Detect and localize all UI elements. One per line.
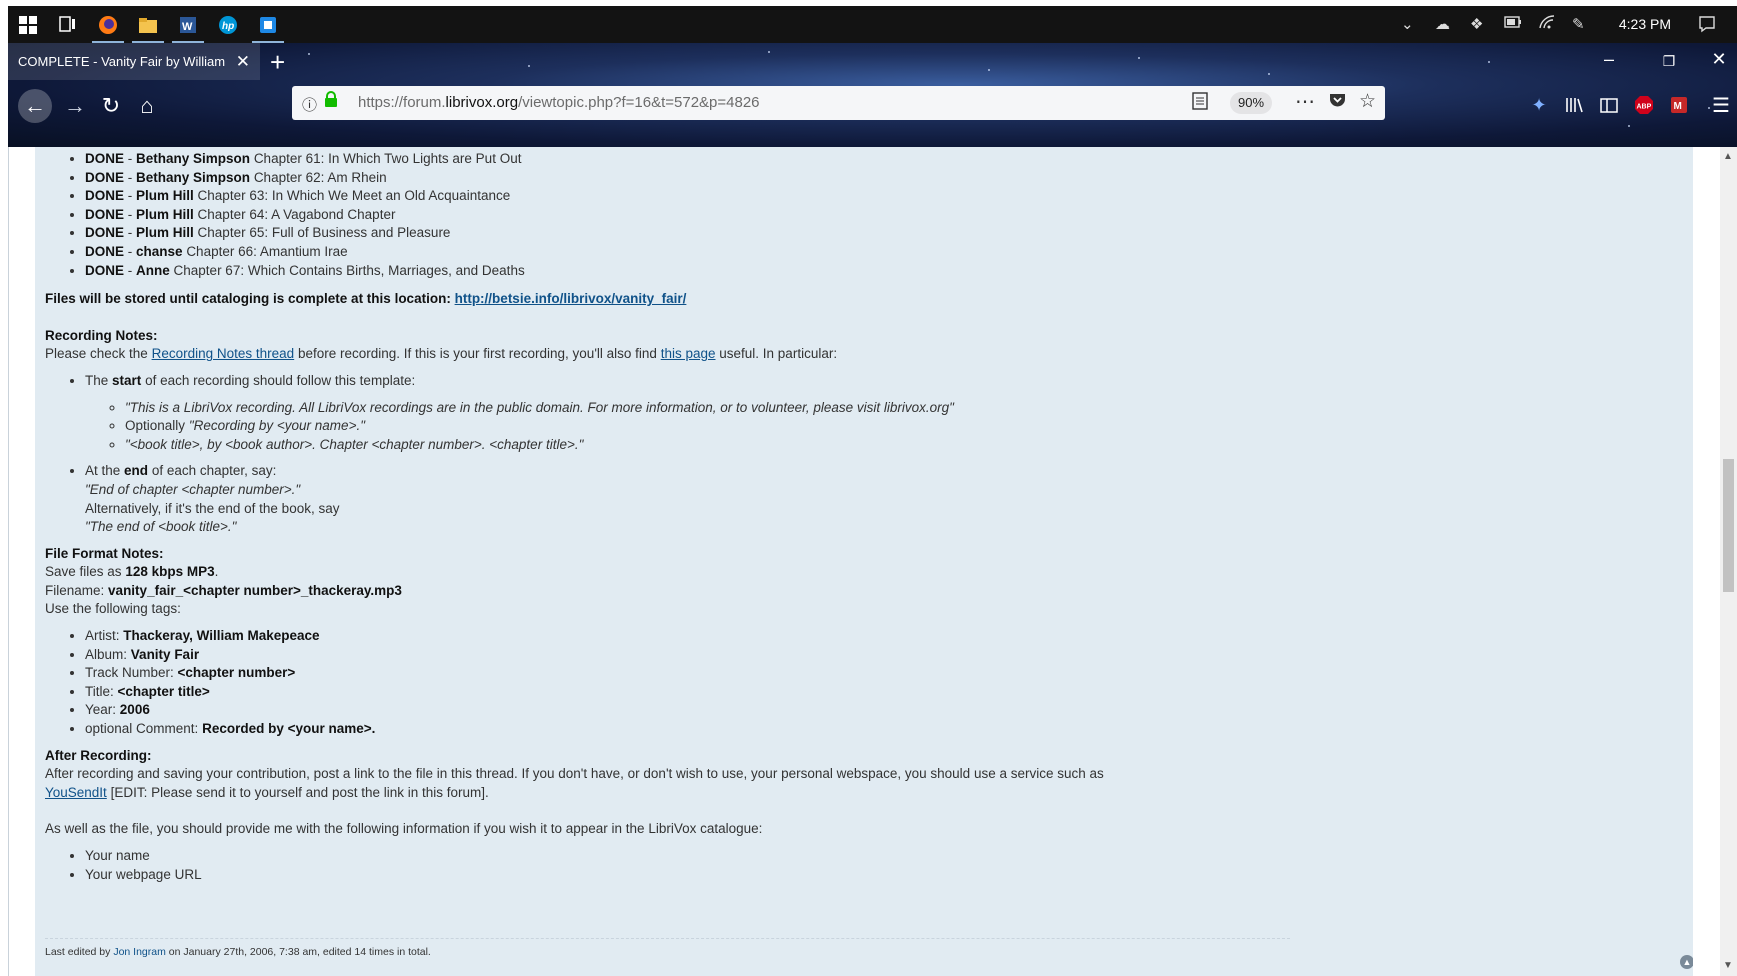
post-footer-divider <box>45 938 1290 939</box>
svg-text:W: W <box>182 21 193 33</box>
files-location-link[interactable]: http://betsie.info/librivox/vanity_fair/ <box>455 291 687 306</box>
page-actions-icon[interactable]: ⋯ <box>1295 89 1315 114</box>
sidebar-icon[interactable] <box>1596 92 1622 118</box>
hp-icon[interactable]: hp <box>208 6 248 43</box>
extension-m-icon[interactable]: M <box>1666 92 1692 118</box>
taskbar-clock[interactable]: 4:23 PM <box>1619 16 1671 32</box>
template-line: "This is a LibriVox recording. All Libri… <box>125 399 1545 418</box>
forward-button[interactable]: → <box>58 89 92 123</box>
catalog-info-list: Your name Your webpage URL <box>45 847 1545 884</box>
tags-list: Artist: Thackeray, William Makepeace Alb… <box>45 627 1545 739</box>
save-format-line: Save files as 128 kbps MP3. <box>45 564 219 580</box>
list-item: DONE - Plum Hill Chapter 64: A Vagabond … <box>85 206 1545 225</box>
scroll-thumb[interactable] <box>1723 459 1734 592</box>
bookmark-star-icon[interactable]: ☆ <box>1359 90 1376 113</box>
reload-button[interactable]: ↻ <box>94 89 128 123</box>
catalog-info-text: As well as the file, you should provide … <box>45 821 763 837</box>
battery-icon[interactable] <box>1504 15 1522 32</box>
task-view-icon[interactable] <box>48 6 88 43</box>
info-icon[interactable]: ⓘ <box>302 94 317 115</box>
url-text[interactable]: https://forum.librivox.org/viewtopic.php… <box>358 94 760 111</box>
recording-notes-heading: Recording Notes: <box>45 327 158 343</box>
list-item: Artist: Thackeray, William Makepeace <box>85 627 1545 646</box>
word-icon[interactable]: W <box>168 6 208 43</box>
list-item: Album: Vanity Fair <box>85 646 1545 665</box>
menu-icon[interactable]: ☰ <box>1708 92 1734 118</box>
back-to-top-icon[interactable]: ▲ <box>1680 955 1693 969</box>
recording-notes-thread-link[interactable]: Recording Notes thread <box>152 346 295 361</box>
reader-view-icon[interactable] <box>1192 92 1208 115</box>
this-page-link[interactable]: this page <box>661 346 716 361</box>
template-line: "<book title>, by <book author>. Chapter… <box>125 436 1545 455</box>
forum-post: DONE - Bethany Simpson Chapter 61: In Wh… <box>35 147 1693 976</box>
file-explorer-icon[interactable] <box>128 6 168 43</box>
address-bar[interactable]: ⓘ https://forum.librivox.org/viewtopic.p… <box>292 86 1385 120</box>
scroll-up-icon[interactable]: ▲ <box>1723 151 1733 162</box>
windows-start-icon[interactable] <box>8 6 48 43</box>
minimize-icon[interactable]: – <box>1594 49 1624 70</box>
list-item: At the end of each chapter, say: "End of… <box>85 462 1545 536</box>
pen-icon[interactable]: ✎ <box>1572 15 1585 33</box>
files-location: Files will be stored until cataloging is… <box>45 291 687 307</box>
windows-taskbar: W hp ⌄ ☁ ❖ ✎ 4:23 PM <box>8 6 1737 43</box>
library-icon[interactable] <box>1561 92 1587 118</box>
pocket-icon[interactable] <box>1329 92 1346 113</box>
recording-instructions-list: The start of each recording should follo… <box>45 372 1545 537</box>
yousendit-link[interactable]: YouSendIt <box>45 785 107 800</box>
app-icon[interactable] <box>248 6 288 43</box>
list-item: DONE - Plum Hill Chapter 65: Full of Bus… <box>85 224 1545 243</box>
chevron-up-icon[interactable]: ⌄ <box>1401 15 1414 33</box>
list-item: Track Number: <chapter number> <box>85 664 1545 683</box>
close-window-icon[interactable]: ✕ <box>1704 49 1734 70</box>
firefox-icon[interactable] <box>88 6 128 43</box>
adblock-plus-icon[interactable]: ABP <box>1631 92 1657 118</box>
list-item: Your name <box>85 847 1545 866</box>
filename-line: Filename: vanity_fair_<chapter number>_t… <box>45 582 402 598</box>
last-edited-note: Last edited by Jon Ingram on January 27t… <box>45 946 431 958</box>
list-item: The start of each recording should follo… <box>85 372 1545 454</box>
svg-text:hp: hp <box>222 21 234 32</box>
after-recording-text: After recording and saving your contribu… <box>45 766 1104 800</box>
tab-title: COMPLETE - Vanity Fair by William <box>18 54 226 69</box>
svg-text:ABP: ABP <box>1637 104 1652 111</box>
list-item: Title: <chapter title> <box>85 683 1545 702</box>
done-chapter-list: DONE - Bethany Simpson Chapter 61: In Wh… <box>45 150 1545 280</box>
file-format-heading: File Format Notes: <box>45 545 164 561</box>
editor-user-link[interactable]: Jon Ingram <box>113 946 166 958</box>
post-content: DONE - Bethany Simpson Chapter 61: In Wh… <box>45 147 1545 884</box>
wifi-icon[interactable] <box>1539 15 1555 33</box>
onedrive-icon[interactable]: ☁ <box>1435 15 1450 33</box>
svg-text:M: M <box>1674 101 1682 112</box>
dropbox-icon[interactable]: ❖ <box>1470 15 1483 33</box>
close-tab-icon[interactable]: ✕ <box>236 52 250 72</box>
home-button[interactable]: ⌂ <box>130 89 164 123</box>
new-tab-button[interactable]: + <box>270 47 285 78</box>
tags-intro: Use the following tags: <box>45 601 181 617</box>
list-item: DONE - chanse Chapter 66: Amantium Irae <box>85 243 1545 262</box>
tab-vanity-fair[interactable]: COMPLETE - Vanity Fair by William ✕ <box>8 43 260 80</box>
after-recording-heading: After Recording: <box>45 747 152 763</box>
back-button[interactable]: ← <box>18 89 52 123</box>
page-viewport: DONE - Bethany Simpson Chapter 61: In Wh… <box>8 147 1737 976</box>
notifications-icon[interactable] <box>1698 15 1716 37</box>
list-item: DONE - Bethany Simpson Chapter 62: Am Rh… <box>85 169 1545 188</box>
list-item: DONE - Anne Chapter 67: Which Contains B… <box>85 262 1545 281</box>
restore-icon[interactable]: ❐ <box>1654 53 1684 70</box>
list-item: DONE - Plum Hill Chapter 63: In Which We… <box>85 187 1545 206</box>
list-item: optional Comment: Recorded by <your name… <box>85 720 1545 739</box>
recording-notes-intro: Please check the Recording Notes thread … <box>45 346 838 362</box>
template-line: Optionally "Recording by <your name>." <box>125 417 1545 436</box>
extension-bird-icon[interactable]: ✦ <box>1526 92 1552 118</box>
list-item: DONE - Bethany Simpson Chapter 61: In Wh… <box>85 150 1545 169</box>
page-scrollbar[interactable]: ▲ ▼ <box>1720 147 1737 976</box>
list-item: Your webpage URL <box>85 866 1545 885</box>
zoom-level[interactable]: 90% <box>1230 92 1272 114</box>
list-item: Year: 2006 <box>85 701 1545 720</box>
scroll-down-icon[interactable]: ▼ <box>1723 960 1733 971</box>
browser-chrome: COMPLETE - Vanity Fair by William ✕ + – … <box>8 43 1737 147</box>
lock-icon[interactable] <box>324 91 338 113</box>
